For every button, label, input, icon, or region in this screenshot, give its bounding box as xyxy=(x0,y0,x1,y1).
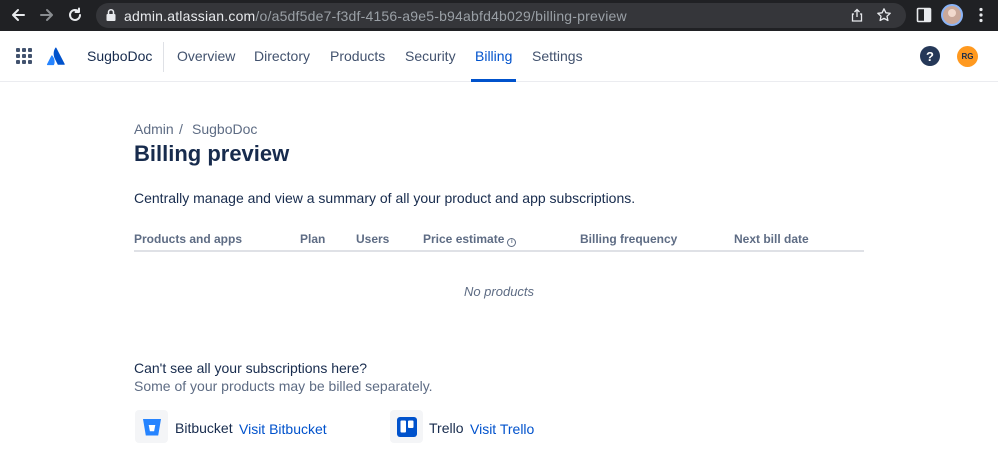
separate-billing-subtext: Some of your products may be billed sepa… xyxy=(134,378,433,394)
share-icon[interactable] xyxy=(850,8,864,22)
visit-trello-link[interactable]: Visit Trello xyxy=(470,421,534,437)
browser-profile-avatar[interactable] xyxy=(941,4,963,26)
column-header-users: Users xyxy=(356,232,390,246)
tab-directory[interactable]: Directory xyxy=(254,48,310,64)
trello-tile xyxy=(390,410,423,443)
info-icon[interactable]: i xyxy=(507,238,517,247)
tab-overview[interactable]: Overview xyxy=(177,48,235,64)
column-header-next-bill-date: Next bill date xyxy=(734,232,809,246)
browser-toolbar: admin.atlassian.com/o/a5df5de7-f3df-4156… xyxy=(0,0,998,31)
address-bar[interactable]: admin.atlassian.com/o/a5df5de7-f3df-4156… xyxy=(96,3,906,28)
tab-security[interactable]: Security xyxy=(405,48,456,64)
url-host: admin.atlassian.com xyxy=(124,8,256,24)
bookmark-star-icon[interactable] xyxy=(876,7,892,23)
user-avatar[interactable]: RG xyxy=(957,46,978,67)
breadcrumb-org[interactable]: SugboDoc xyxy=(192,121,257,137)
avatar-initials: RG xyxy=(961,52,974,61)
forward-arrow-icon[interactable] xyxy=(37,5,57,25)
help-glyph: ? xyxy=(926,48,934,64)
side-panel-icon[interactable] xyxy=(916,7,932,23)
page-description: Centrally manage and view a summary of a… xyxy=(134,190,636,206)
tab-settings[interactable]: Settings xyxy=(532,48,583,64)
browser-menu-icon[interactable] xyxy=(972,6,990,24)
app-switcher-icon[interactable] xyxy=(16,48,32,64)
column-header-price: Price estimate i xyxy=(423,232,517,247)
column-header-plan: Plan xyxy=(300,232,326,246)
bitbucket-name: Bitbucket xyxy=(175,420,233,436)
separate-billing-heading: Can't see all your subscriptions here? xyxy=(134,360,368,376)
price-estimate-label: Price estimate xyxy=(423,232,505,246)
url-path: /o/a5df5de7-f3df-4156-a9e5-b94abfd4b029/… xyxy=(255,8,627,24)
tab-products[interactable]: Products xyxy=(330,48,385,64)
empty-state-text: No products xyxy=(463,284,535,299)
column-header-products: Products and apps xyxy=(134,232,243,246)
url-text: admin.atlassian.com/o/a5df5de7-f3df-4156… xyxy=(124,8,627,24)
empty-state: No products xyxy=(0,284,998,299)
table-header-divider xyxy=(134,250,864,252)
atlassian-logo-icon[interactable] xyxy=(46,46,66,66)
column-header-billing-frequency: Billing frequency xyxy=(580,232,678,246)
trello-icon xyxy=(396,416,417,437)
bitbucket-icon xyxy=(142,418,161,435)
back-arrow-icon[interactable] xyxy=(8,5,28,25)
reload-icon[interactable] xyxy=(65,5,85,25)
lock-icon xyxy=(106,8,116,21)
visit-bitbucket-link[interactable]: Visit Bitbucket xyxy=(239,421,327,437)
page-title: Billing preview xyxy=(134,141,290,166)
tab-billing[interactable]: Billing xyxy=(475,48,512,64)
active-tab-indicator xyxy=(471,79,516,82)
breadcrumb-admin[interactable]: Admin xyxy=(134,121,174,137)
breadcrumb-separator: / xyxy=(179,121,183,137)
org-name[interactable]: SugboDoc xyxy=(87,48,152,64)
help-icon[interactable]: ? xyxy=(920,46,940,66)
bitbucket-tile xyxy=(135,410,168,443)
nav-divider xyxy=(163,42,164,72)
trello-name: Trello xyxy=(429,420,464,436)
app-top-nav: SugboDoc Overview Directory Products Sec… xyxy=(0,31,998,82)
